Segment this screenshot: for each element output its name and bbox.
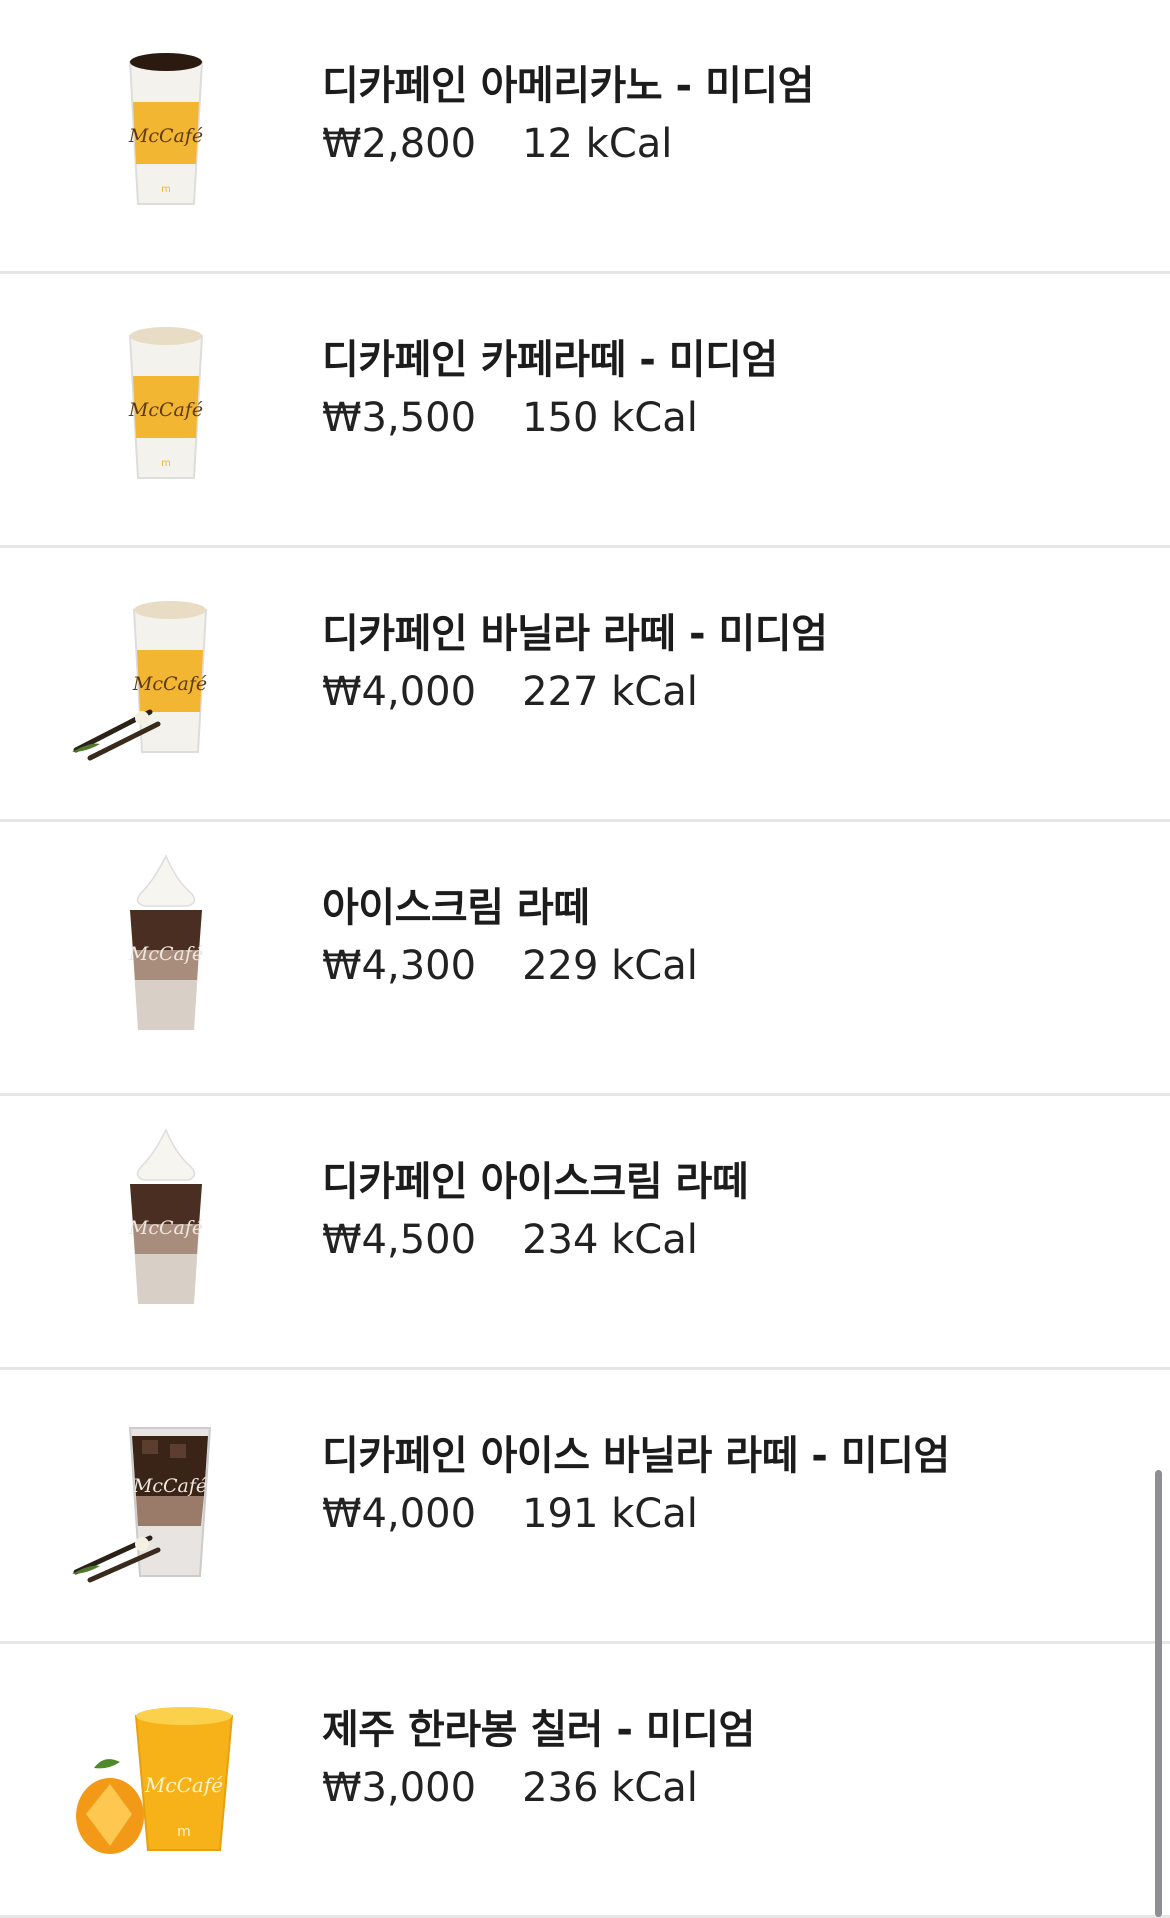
menu-item-decaf-cafe-latte[interactable]: McCafé m 디카페인 카페라떼 - 미디엄 ₩3,500 150 kCal: [0, 274, 1170, 548]
item-price: ₩4,000: [322, 1491, 477, 1537]
vanilla-latte-image: McCafé: [70, 592, 250, 772]
scrollbar[interactable]: [1155, 1470, 1162, 1917]
menu-item-jeju-hallabong-chiller[interactable]: McCafé m 제주 한라봉 칠러 - 미디엄 ₩3,000 236 kCal: [0, 1644, 1170, 1918]
svg-text:McCafé: McCafé: [128, 1217, 203, 1239]
svg-text:McCafé: McCafé: [128, 943, 203, 965]
ice-cream-latte-image: McCafé: [70, 850, 250, 1030]
item-name: 제주 한라봉 칠러 - 미디엄: [322, 1707, 755, 1753]
item-price: ₩3,000: [322, 1765, 477, 1811]
svg-text:McCafé: McCafé: [132, 1475, 207, 1497]
americano-image: McCafé m: [70, 44, 250, 224]
svg-text:McCafé: McCafé: [132, 673, 207, 695]
menu-item-decaf-americano[interactable]: McCafé m 디카페인 아메리카노 - 미디엄 ₩2,800 12 kCal: [0, 0, 1170, 274]
item-kcal: 236 kCal: [522, 1765, 698, 1811]
item-name: 디카페인 카페라떼 - 미디엄: [322, 337, 778, 383]
menu-item-decaf-iced-vanilla-latte[interactable]: McCafé 디카페인 아이스 바닐라 라떼 - 미디엄 ₩4,000 191 k…: [0, 1370, 1170, 1644]
item-kcal: 234 kCal: [522, 1217, 698, 1263]
item-name: 디카페인 아이스크림 라떼: [322, 1159, 749, 1205]
menu-item-ice-cream-latte[interactable]: McCafé 아이스크림 라떼 ₩4,300 229 kCal: [0, 822, 1170, 1096]
cafe-latte-image: McCafé m: [70, 318, 250, 498]
item-price: ₩3,500: [322, 395, 477, 441]
svg-text:m: m: [161, 184, 171, 195]
item-price: ₩4,500: [322, 1217, 477, 1263]
item-price: ₩4,300: [322, 943, 477, 989]
svg-text:McCafé: McCafé: [128, 125, 203, 147]
svg-text:m: m: [177, 1824, 191, 1840]
item-name: 디카페인 아이스 바닐라 라떼 - 미디엄: [322, 1433, 950, 1479]
menu-list: McCafé m 디카페인 아메리카노 - 미디엄 ₩2,800 12 kCal …: [0, 0, 1170, 1918]
hallabong-chiller-image: McCafé m: [70, 1688, 250, 1868]
svg-text:McCafé: McCafé: [128, 399, 203, 421]
item-kcal: 227 kCal: [522, 669, 698, 715]
item-kcal: 12 kCal: [522, 121, 673, 167]
item-price: ₩2,800: [322, 121, 477, 167]
svg-text:m: m: [161, 458, 171, 469]
menu-item-decaf-ice-cream-latte[interactable]: McCafé 디카페인 아이스크림 라떼 ₩4,500 234 kCal: [0, 1096, 1170, 1370]
item-kcal: 150 kCal: [522, 395, 698, 441]
iced-vanilla-latte-image: McCafé: [70, 1416, 250, 1596]
svg-text:McCafé: McCafé: [144, 1773, 223, 1797]
menu-item-decaf-vanilla-latte[interactable]: McCafé 디카페인 바닐라 라떼 - 미디엄 ₩4,000 227 kCal: [0, 548, 1170, 822]
item-price: ₩4,000: [322, 669, 477, 715]
item-name: 디카페인 바닐라 라떼 - 미디엄: [322, 611, 828, 657]
item-name: 아이스크림 라떼: [322, 885, 590, 931]
decaf-ice-cream-latte-image: McCafé: [70, 1124, 250, 1304]
item-kcal: 229 kCal: [522, 943, 698, 989]
item-kcal: 191 kCal: [522, 1491, 698, 1537]
item-name: 디카페인 아메리카노 - 미디엄: [322, 63, 814, 109]
